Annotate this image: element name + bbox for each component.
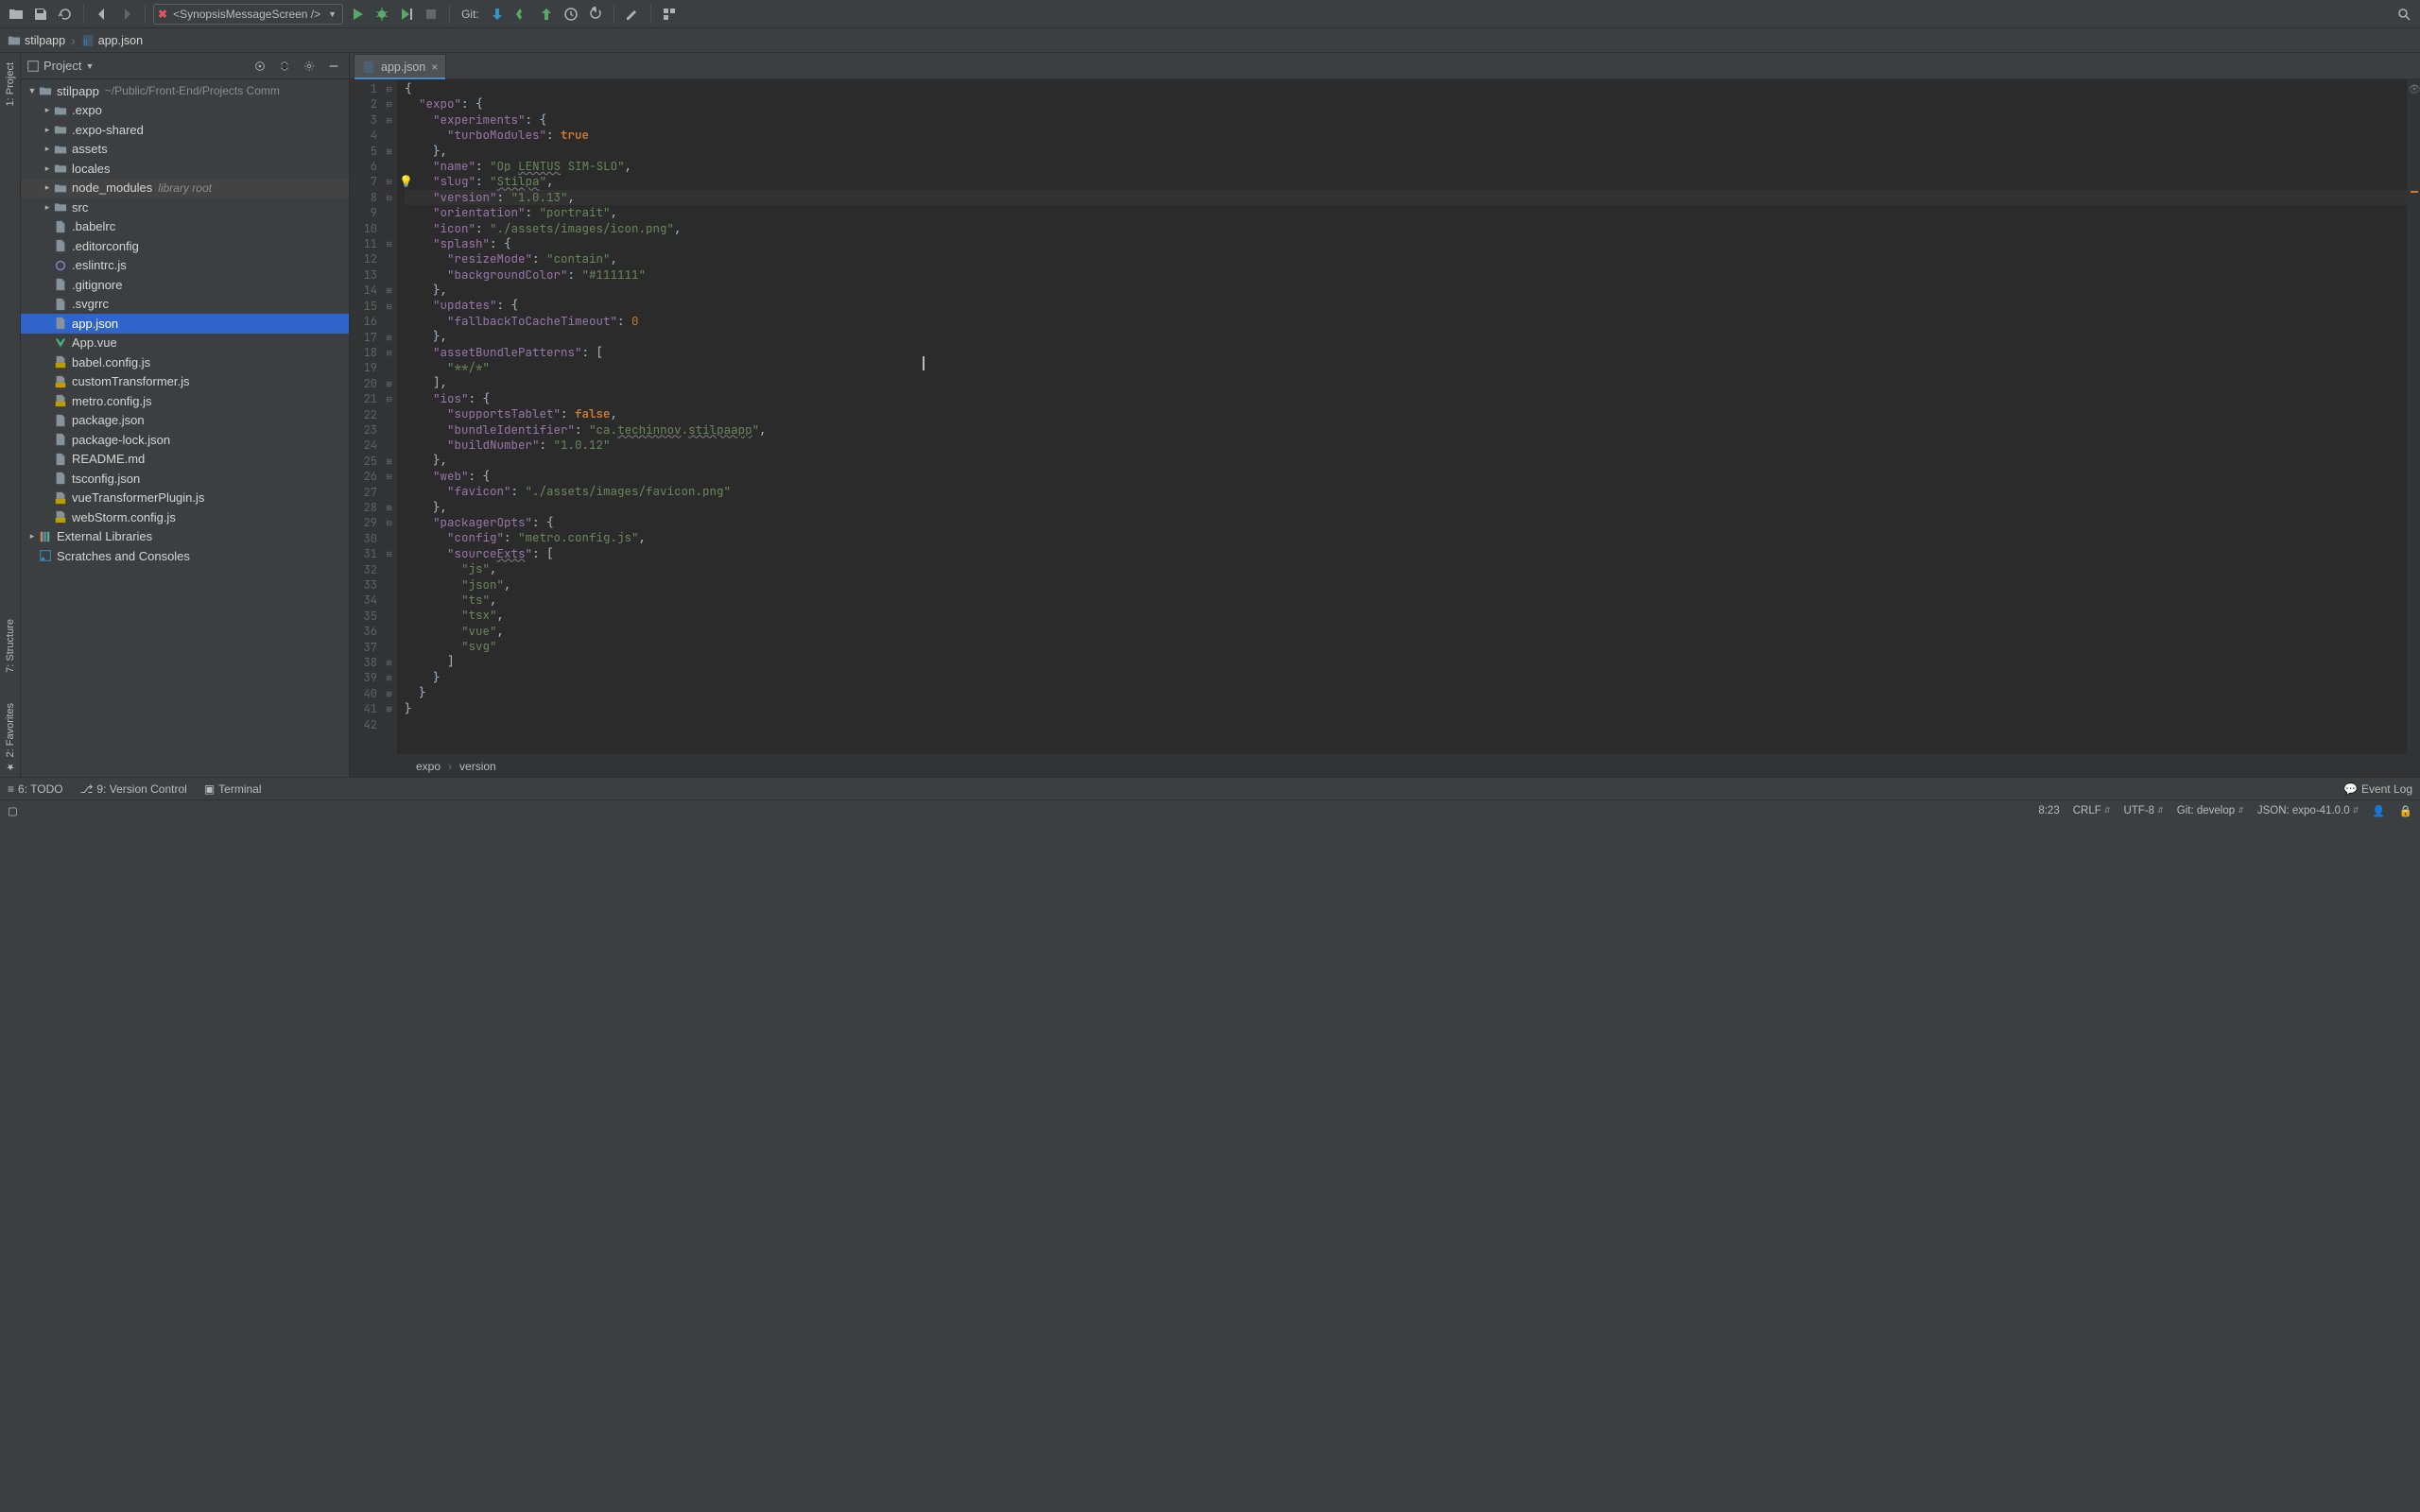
run-icon[interactable]: [347, 4, 368, 25]
tree-row[interactable]: metro.config.js: [21, 391, 349, 411]
tool-windows-toggle-icon[interactable]: ▢: [8, 804, 18, 817]
tree-row[interactable]: Scratches and Consoles: [21, 546, 349, 566]
tool-tab-structure[interactable]: 7: Structure: [3, 613, 18, 679]
editor-tabs: app.json ×: [350, 53, 2420, 79]
stop-icon[interactable]: [421, 4, 441, 25]
tool-tab-terminal[interactable]: ▣Terminal: [204, 782, 262, 796]
tree-row[interactable]: .editorconfig: [21, 236, 349, 256]
run-coverage-icon[interactable]: [396, 4, 417, 25]
tree-row[interactable]: ▸assets: [21, 140, 349, 160]
close-icon[interactable]: ×: [431, 60, 438, 74]
breadcrumb-file[interactable]: {} app.json: [81, 34, 143, 47]
project-structure-icon[interactable]: [659, 4, 680, 25]
tool-tab-todo[interactable]: ≡6: TODO: [8, 782, 63, 796]
svg-text:{}: {}: [83, 39, 87, 45]
project-icon: [26, 60, 40, 73]
left-tool-stripe: 1: Project 7: Structure ★2: Favorites: [0, 53, 21, 777]
tree-row[interactable]: webStorm.config.js: [21, 507, 349, 527]
nav-back-icon[interactable]: [92, 4, 112, 25]
text-caret: [923, 356, 925, 370]
breadcrumb-node[interactable]: expo: [416, 760, 441, 773]
editor: app.json × 1⊟2⊟3⊟45⊞67⊟💡8⊟91011⊟121314⊞1…: [350, 53, 2420, 777]
editor-gutter[interactable]: 1⊟2⊟3⊟45⊞67⊟💡8⊟91011⊟121314⊞15⊟1617⊞18⊟1…: [350, 79, 397, 754]
locate-icon[interactable]: [251, 57, 269, 76]
project-view-selector[interactable]: Project ▼: [26, 59, 94, 73]
tree-row[interactable]: ▼stilpapp~/Public/Front-End/Projects Com…: [21, 81, 349, 101]
code-area[interactable]: { "expo": { "experiments": { "turboModul…: [397, 79, 2407, 754]
json-file-icon: {}: [81, 34, 95, 47]
reload-icon[interactable]: [55, 4, 76, 25]
git-push-icon[interactable]: [536, 4, 557, 25]
tree-row[interactable]: tsconfig.json: [21, 469, 349, 489]
ide-settings-icon[interactable]: [622, 4, 643, 25]
bottom-tool-stripe: ≡6: TODO ⎇9: Version Control ▣Terminal 💬…: [0, 777, 2420, 799]
status-bar: ▢ 8:23 CRLF⇵ UTF-8⇵ Git: develop⇵ JSON: …: [0, 799, 2420, 820]
editor-breadcrumbs: expo › version: [350, 754, 2420, 777]
chevron-down-icon: ▼: [324, 9, 337, 19]
minimize-icon[interactable]: [324, 57, 343, 76]
tree-row[interactable]: app.json: [21, 314, 349, 334]
tree-row[interactable]: .babelrc: [21, 217, 349, 237]
tree-row[interactable]: package-lock.json: [21, 430, 349, 450]
search-everywhere-icon[interactable]: [2394, 4, 2414, 25]
folder-icon: [8, 34, 21, 47]
project-tool-window: Project ▼ ▼stilpapp~/Public/Front-End/Pr…: [21, 53, 350, 777]
breadcrumb-project[interactable]: stilpapp: [8, 34, 65, 47]
project-tree[interactable]: ▼stilpapp~/Public/Front-End/Projects Com…: [21, 79, 349, 777]
error-icon: ✖: [158, 8, 169, 21]
chevron-right-icon: ›: [71, 33, 76, 48]
editor-tab-appjson[interactable]: app.json ×: [354, 54, 446, 78]
caret-position[interactable]: 8:23: [2038, 805, 2059, 816]
tree-row[interactable]: App.vue: [21, 334, 349, 353]
chevron-right-icon: ›: [448, 760, 452, 773]
git-branch[interactable]: Git: develop⇵: [2177, 805, 2244, 816]
git-label: Git:: [458, 8, 483, 21]
nav-forward-icon[interactable]: [116, 4, 137, 25]
tool-tab-vcs[interactable]: ⎇9: Version Control: [80, 782, 187, 796]
run-config-label: <SynopsisMessageScreen />: [173, 8, 320, 21]
tree-row[interactable]: ▸node_moduleslibrary root: [21, 179, 349, 198]
git-update-icon[interactable]: [487, 4, 508, 25]
run-config-selector[interactable]: ✖ <SynopsisMessageScreen /> ▼: [153, 4, 343, 25]
tree-row[interactable]: README.md: [21, 450, 349, 470]
save-all-icon[interactable]: [30, 4, 51, 25]
json-schema[interactable]: JSON: expo-41.0.0⇵: [2257, 805, 2360, 816]
tool-tab-project[interactable]: 1: Project: [3, 57, 18, 112]
tree-row[interactable]: customTransformer.js: [21, 372, 349, 392]
tool-tab-favorites[interactable]: ★2: Favorites: [3, 697, 18, 777]
tree-row[interactable]: .svgrrc: [21, 295, 349, 315]
open-icon[interactable]: [6, 4, 26, 25]
tree-row[interactable]: ▸.expo-shared: [21, 120, 349, 140]
gear-icon[interactable]: [300, 57, 319, 76]
tree-row[interactable]: ▸.expo: [21, 101, 349, 121]
tree-row[interactable]: ▸src: [21, 198, 349, 217]
chevron-down-icon: ▼: [85, 61, 94, 71]
event-log-button[interactable]: 💬Event Log: [2343, 782, 2412, 796]
git-rollback-icon[interactable]: [585, 4, 606, 25]
tree-row[interactable]: babel.config.js: [21, 352, 349, 372]
main-toolbar: ✖ <SynopsisMessageScreen /> ▼ Git:: [0, 0, 2420, 28]
tree-row[interactable]: .eslintrc.js: [21, 256, 349, 276]
inspection-profile-icon[interactable]: 👤: [2372, 804, 2385, 817]
git-commit-icon[interactable]: [511, 4, 532, 25]
breadcrumb-node[interactable]: version: [459, 760, 496, 773]
tree-row[interactable]: vueTransformerPlugin.js: [21, 489, 349, 508]
debug-icon[interactable]: [372, 4, 392, 25]
tree-row[interactable]: package.json: [21, 411, 349, 431]
json-file-icon: [362, 60, 375, 74]
tree-row[interactable]: .gitignore: [21, 275, 349, 295]
tree-row[interactable]: ▸External Libraries: [21, 527, 349, 547]
inspections-eye-icon[interactable]: 👁: [2408, 83, 2420, 95]
file-encoding[interactable]: UTF-8⇵: [2123, 805, 2163, 816]
lock-icon[interactable]: 🔒: [2399, 804, 2412, 817]
line-separator[interactable]: CRLF⇵: [2073, 805, 2111, 816]
navigation-bar: stilpapp › {} app.json: [0, 28, 2420, 53]
tree-row[interactable]: ▸locales: [21, 159, 349, 179]
error-stripe[interactable]: 👁: [2407, 79, 2420, 754]
git-history-icon[interactable]: [561, 4, 581, 25]
expand-all-icon[interactable]: [275, 57, 294, 76]
